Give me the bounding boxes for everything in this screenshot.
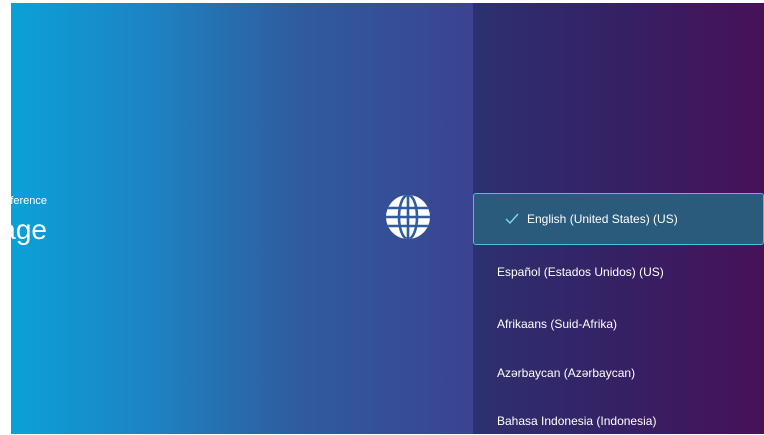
language-option-label: English (United States) (US) [527,212,678,226]
language-list-panel: English (United States) (US) Español (Es… [473,3,764,434]
language-option-label: Español (Estados Unidos) (US) [497,265,664,279]
language-settings-screen: Preference Language English (United Stat… [11,3,764,434]
language-option-english-us[interactable]: English (United States) (US) [473,193,764,245]
language-option-label: Azərbaycan (Azərbaycan) [497,366,636,380]
language-option-label: Bahasa Indonesia (Indonesia) [497,414,657,428]
language-option-azerbaijani[interactable]: Azərbaycan (Azərbaycan) [473,347,764,399]
language-option-spanish-us[interactable]: Español (Estados Unidos) (US) [473,246,764,298]
globe-icon [386,195,430,239]
checkmark-icon [505,213,519,225]
section-label: Preference [11,195,47,207]
language-option-afrikaans[interactable]: Afrikaans (Suid-Afrika) [473,298,764,350]
language-option-label: Afrikaans (Suid-Afrika) [497,317,618,331]
header-panel: Preference Language [11,3,473,434]
language-option-indonesian[interactable]: Bahasa Indonesia (Indonesia) [473,395,764,434]
page-title: Language [11,214,47,245]
language-list: English (United States) (US) Español (Es… [473,3,764,434]
